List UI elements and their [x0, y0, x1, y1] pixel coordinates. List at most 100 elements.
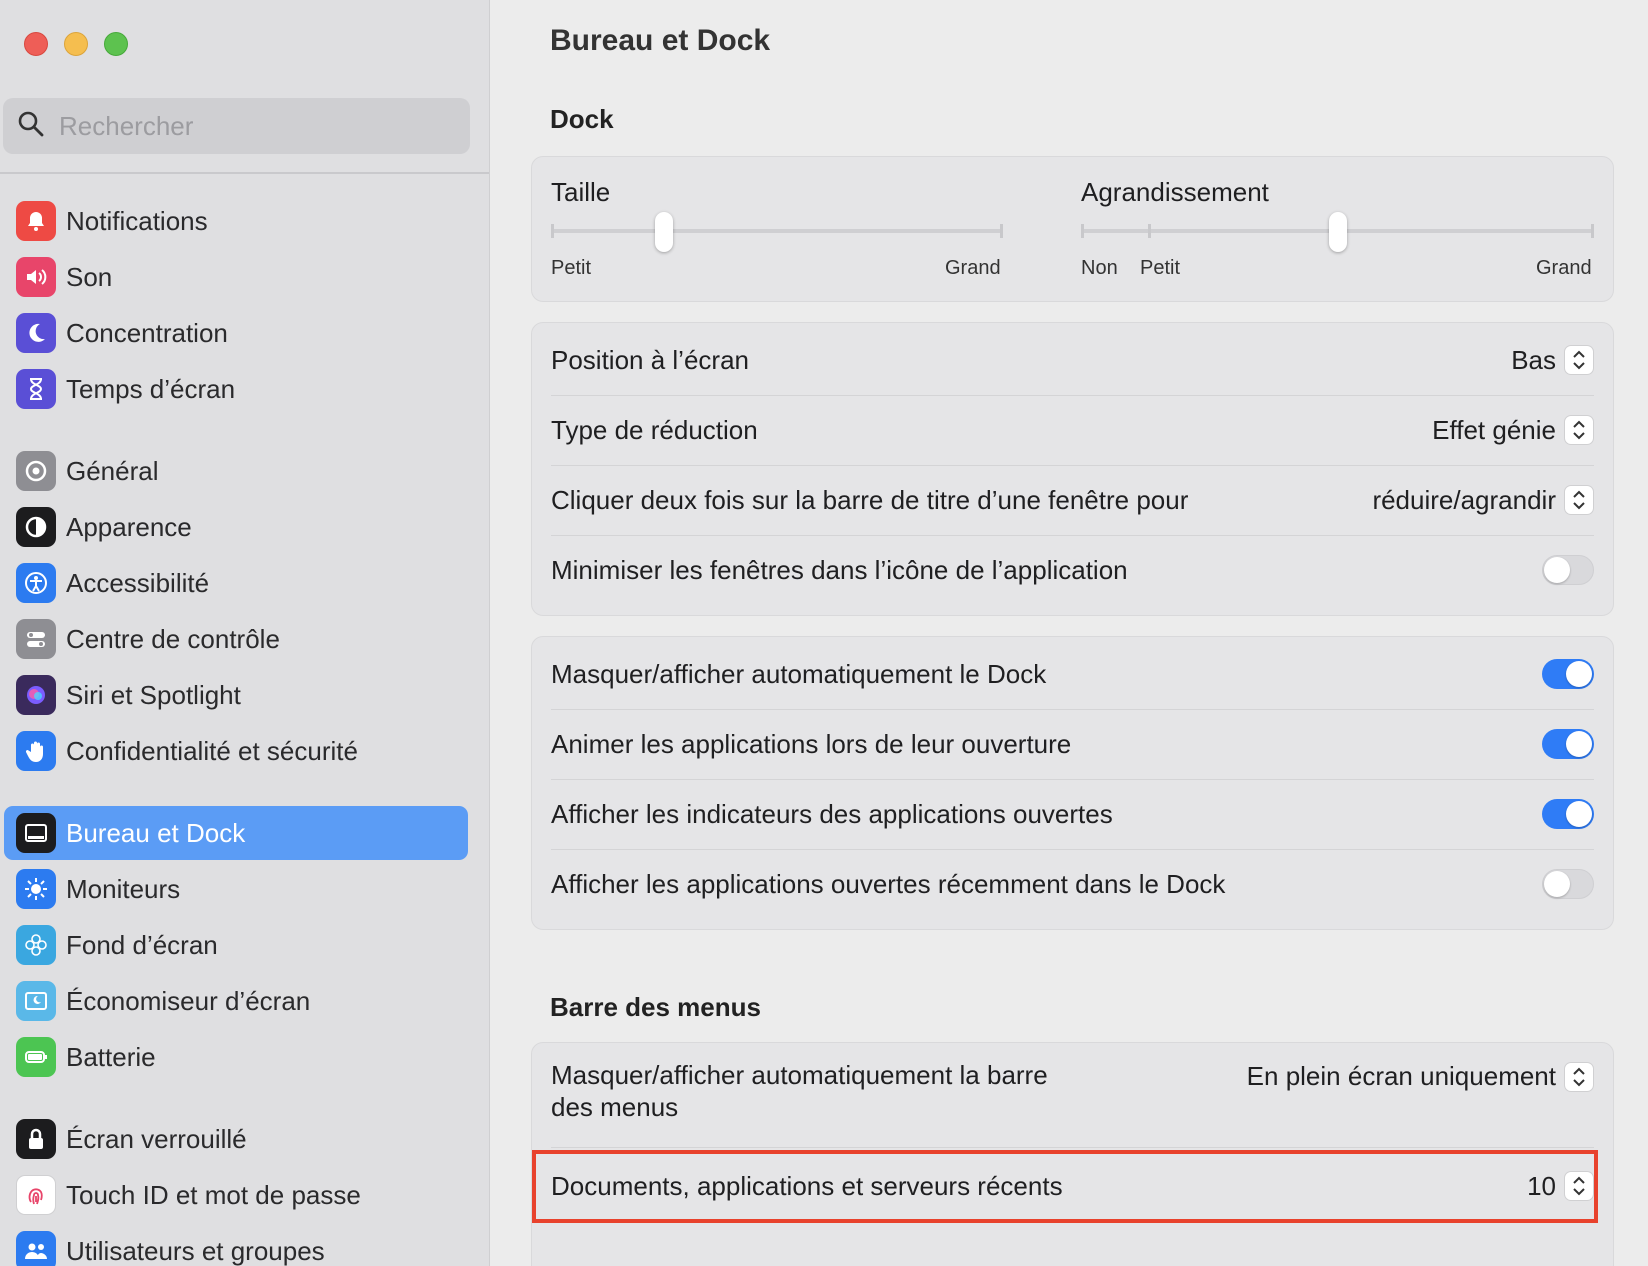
size-max-label: Grand [945, 257, 1001, 279]
highlight-box [532, 1150, 1598, 1223]
sidebar-item[interactable]: Concentration [4, 306, 468, 360]
sidebar-item-label: Fond d’écran [66, 929, 218, 960]
position-popup[interactable]: Bas [1511, 345, 1594, 376]
sidebar-item[interactable]: Utilisateurs et groupes [4, 1224, 468, 1266]
size-slider-thumb[interactable] [655, 212, 673, 252]
autohide-menubar-label-line1: Masquer/afficher automatiquement la barr… [551, 1060, 1048, 1090]
page-title: Bureau et Dock [550, 24, 771, 57]
double-click-value: réduire/agrandir [1372, 484, 1556, 515]
minimize-into-app-label: Minimiser les fenêtres dans l’icône de l… [551, 554, 1128, 585]
minimize-effect-popup[interactable]: Effet génie [1432, 415, 1594, 446]
autohide-dock-toggle[interactable] [1542, 659, 1594, 689]
sidebar-item-label: Touch ID et mot de passe [66, 1179, 361, 1210]
magnification-slider-label: Agrandissement [1081, 177, 1269, 207]
speaker-icon [16, 257, 56, 297]
sidebar-item[interactable]: Économiseur d’écran [4, 974, 468, 1028]
battery-icon [16, 1037, 56, 1077]
magnification-slider-thumb[interactable] [1328, 212, 1347, 252]
double-click-popup[interactable]: réduire/agrandir [1372, 485, 1594, 516]
close-window-button[interactable] [24, 32, 48, 56]
double-click-label: Cliquer deux fois sur la barre de titre … [551, 484, 1189, 515]
flower-icon [16, 925, 56, 965]
sidebar-item[interactable]: Fond d’écran [4, 918, 468, 972]
show-recent-toggle[interactable] [1542, 869, 1594, 899]
row-divider [551, 779, 1594, 780]
section-title-dock: Dock [550, 104, 614, 134]
sidebar-item-label: Apparence [66, 511, 192, 542]
sidebar-divider [0, 172, 489, 174]
hourglass-icon [16, 369, 56, 409]
chevron-updown-icon [1564, 415, 1594, 445]
double-click-row: Cliquer deux fois sur la barre de titre … [551, 479, 1594, 521]
minimize-effect-value: Effet génie [1432, 414, 1556, 445]
dock-options-card: Masquer/afficher automatiquement le Dock… [531, 636, 1614, 930]
sidebar-item[interactable]: Siri et Spotlight [4, 668, 468, 722]
row-divider [551, 535, 1594, 536]
sidebar-item[interactable]: Confidentialité et sécurité [4, 724, 468, 778]
chevron-updown-icon [1564, 345, 1594, 375]
position-row: Position à l’écran Bas [551, 339, 1594, 381]
row-divider [551, 709, 1594, 710]
sidebar-item[interactable]: Bureau et Dock [4, 806, 468, 860]
sidebar-item[interactable]: Centre de contrôle [4, 612, 468, 666]
chevron-updown-icon [1564, 1061, 1594, 1092]
sidebar-item[interactable]: Écran verrouillé [4, 1112, 468, 1166]
row-divider [551, 395, 1594, 396]
sidebar-item-label: Accessibilité [66, 567, 210, 598]
sidebar-item[interactable]: Moniteurs [4, 862, 468, 916]
animate-apps-row: Animer les applications lors de leur ouv… [551, 723, 1594, 765]
screensaver-icon [16, 981, 56, 1021]
position-label: Position à l’écran [551, 344, 749, 375]
size-slider-label: Taille [551, 177, 611, 207]
show-indicators-toggle[interactable] [1542, 799, 1594, 829]
appearance-icon [16, 507, 56, 547]
magnification-off-label: Non [1081, 257, 1118, 279]
accessibility-icon [16, 563, 56, 603]
fingerprint-icon [16, 1175, 56, 1215]
sidebar-item[interactable]: Temps d’écran [4, 362, 468, 416]
minimize-window-button[interactable] [64, 32, 88, 56]
sidebar-item-label: Bureau et Dock [66, 817, 246, 848]
sidebar-item[interactable]: Accessibilité [4, 556, 468, 610]
search-field[interactable] [3, 98, 470, 154]
control-center-icon [16, 619, 56, 659]
main-pane: Bureau et Dock Dock Taille Petit Grand A… [491, 0, 1648, 1266]
autohide-dock-row: Masquer/afficher automatiquement le Dock [551, 653, 1594, 695]
sidebar-item[interactable]: Général [4, 444, 468, 498]
autohide-menubar-row: Masquer/afficher automatiquement la barr… [551, 1059, 1594, 1129]
position-value: Bas [1511, 344, 1556, 375]
sidebar-item[interactable]: Son [4, 250, 468, 304]
row-divider [551, 849, 1594, 850]
users-icon [16, 1231, 56, 1266]
search-input[interactable] [59, 110, 439, 142]
sidebar-item-label: Batterie [66, 1041, 156, 1072]
gear-icon [16, 451, 56, 491]
section-title-menubar: Barre des menus [550, 992, 761, 1022]
zoom-window-button[interactable] [104, 32, 128, 56]
sidebar-item[interactable]: Touch ID et mot de passe [4, 1168, 468, 1222]
show-recent-label: Afficher les applications ouvertes récem… [551, 868, 1226, 899]
show-recent-row: Afficher les applications ouvertes récem… [551, 863, 1594, 905]
minimize-effect-row: Type de réduction Effet génie [551, 409, 1594, 451]
sidebar-item-label: Notifications [66, 205, 208, 236]
sidebar-item-label: Temps d’écran [66, 373, 236, 404]
row-divider [551, 465, 1594, 466]
sidebar-item[interactable]: Notifications [4, 194, 468, 248]
sidebar: Notifications Son Concentration Temps d’écr… [0, 0, 490, 1266]
animate-apps-label: Animer les applications lors de leur ouv… [551, 728, 1072, 759]
moon-icon [16, 313, 56, 353]
sidebar-item[interactable]: Apparence [4, 500, 468, 554]
sidebar-item-label: Économiseur d’écran [66, 985, 311, 1016]
sidebar-item[interactable]: Batterie [4, 1030, 468, 1084]
sidebar-item-label: Concentration [66, 317, 228, 348]
sidebar-item-label: Écran verrouillé [66, 1123, 247, 1154]
dock-behavior-card: Position à l’écran Bas Type de réduction… [531, 322, 1614, 616]
autohide-menubar-popup[interactable]: En plein écran uniquement [1247, 1061, 1594, 1092]
sidebar-item-label: Siri et Spotlight [66, 679, 241, 710]
row-divider [551, 1147, 1594, 1148]
bell-icon [16, 201, 56, 241]
minimize-into-app-toggle[interactable] [1542, 555, 1594, 585]
sidebar-item-label: Moniteurs [66, 873, 181, 904]
animate-apps-toggle[interactable] [1542, 729, 1594, 759]
sidebar-item-label: Son [66, 261, 113, 292]
